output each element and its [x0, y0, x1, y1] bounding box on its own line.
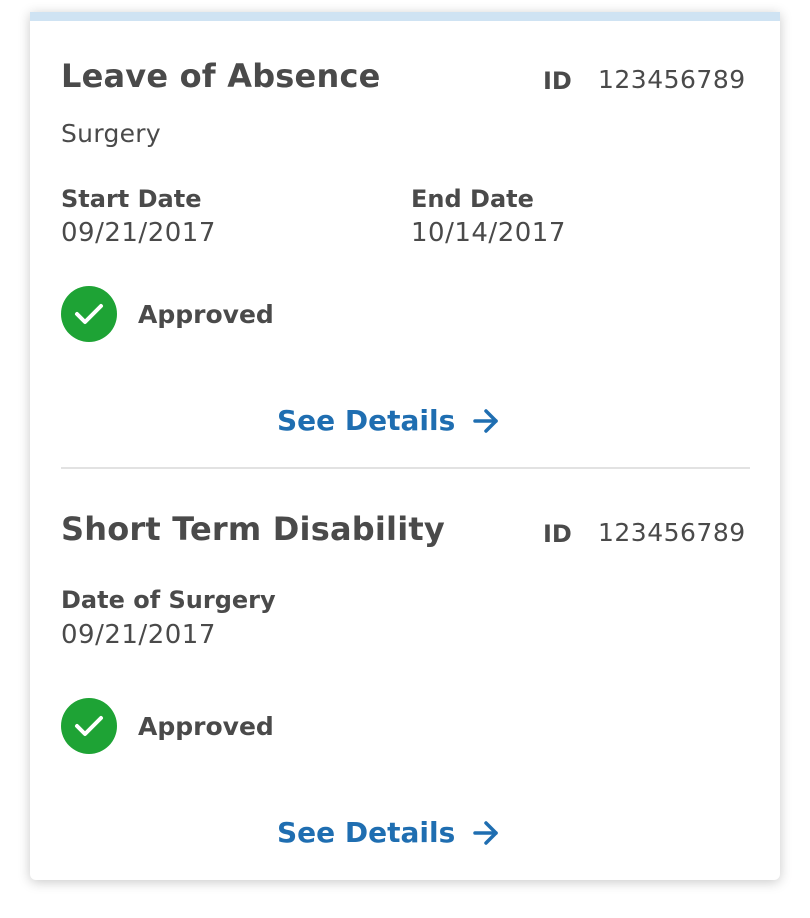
end-date-label: End Date — [411, 185, 534, 213]
claim-subtitle: Surgery — [61, 119, 161, 148]
date-of-surgery-label: Date of Surgery — [61, 586, 276, 614]
claim-short-term-disability: Short Term Disability ID 123456789 Date … — [61, 469, 750, 880]
arrow-right-icon — [473, 408, 499, 433]
status-badge: Approved — [61, 698, 274, 754]
status-text: Approved — [138, 299, 274, 329]
arrow-right-icon — [473, 820, 499, 845]
check-icon — [61, 698, 117, 754]
claim-title: Short Term Disability — [61, 510, 445, 548]
start-date-label: Start Date — [61, 185, 202, 213]
claim-id-label: ID — [543, 520, 572, 548]
check-icon — [61, 286, 117, 342]
card-accent-bar — [30, 12, 780, 21]
see-details-label: See Details — [277, 404, 456, 437]
claim-id-label: ID — [543, 67, 572, 95]
claim-leave-of-absence: Leave of Absence ID 123456789 Surgery St… — [61, 21, 750, 467]
see-details-label: See Details — [277, 816, 456, 849]
status-badge: Approved — [61, 286, 274, 342]
claim-id-value: 123456789 — [598, 518, 746, 547]
status-text: Approved — [138, 711, 274, 741]
date-of-surgery-value: 09/21/2017 — [61, 620, 216, 650]
see-details-link[interactable]: See Details — [277, 816, 499, 849]
claims-card: Leave of Absence ID 123456789 Surgery St… — [30, 12, 780, 880]
end-date-value: 10/14/2017 — [411, 218, 566, 248]
start-date-value: 09/21/2017 — [61, 218, 216, 248]
see-details-link[interactable]: See Details — [277, 404, 499, 437]
claim-title: Leave of Absence — [61, 57, 381, 95]
claim-id-value: 123456789 — [598, 65, 746, 94]
